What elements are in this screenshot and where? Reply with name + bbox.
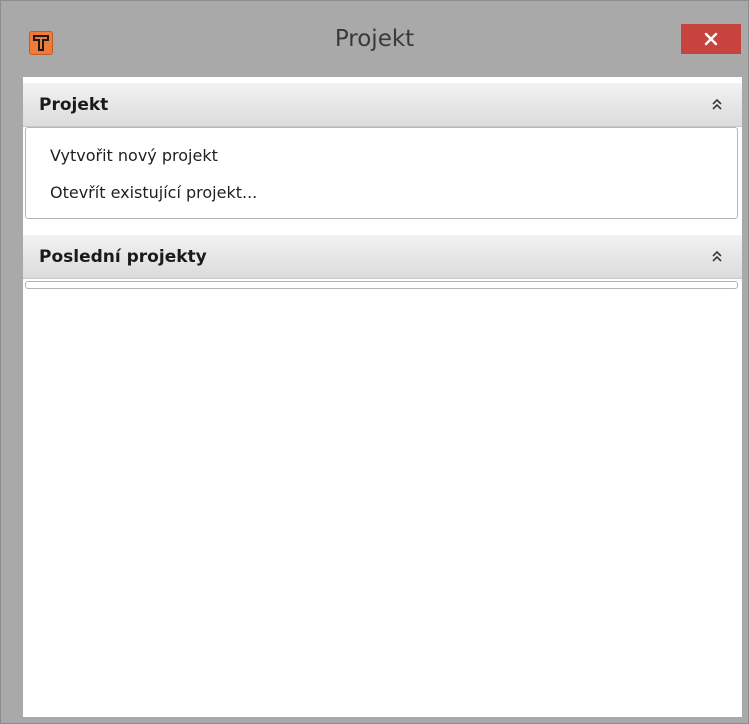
title-bar[interactable]: Projekt <box>1 1 748 77</box>
chevron-up-double-icon[interactable] <box>710 96 724 112</box>
project-window: Projekt Projekt Vytvořit nový projekt Ot… <box>0 0 749 724</box>
window-title: Projekt <box>334 26 415 52</box>
open-project-link[interactable]: Otevřít existující projekt... <box>50 183 257 202</box>
close-button[interactable] <box>681 24 741 54</box>
section-title: Projekt <box>39 95 109 115</box>
chevron-up-double-icon[interactable] <box>710 248 724 264</box>
window-content: Projekt Vytvořit nový projekt Otevřít ex… <box>23 77 742 717</box>
section-header-recent[interactable]: Poslední projekty <box>23 235 742 279</box>
close-icon <box>704 32 718 46</box>
recent-projects-list <box>25 281 738 289</box>
section-body-projekt: Vytvořit nový projekt Otevřít existující… <box>25 127 738 219</box>
new-project-link[interactable]: Vytvořit nový projekt <box>50 146 218 165</box>
section-title: Poslední projekty <box>39 247 207 267</box>
section-header-projekt[interactable]: Projekt <box>23 83 742 127</box>
